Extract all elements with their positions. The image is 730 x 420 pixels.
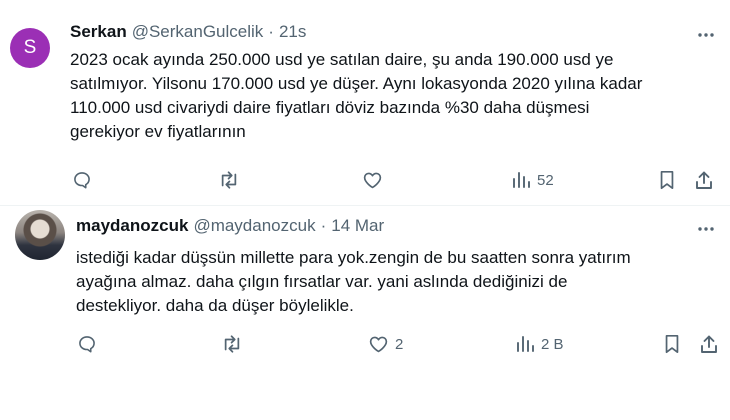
views-button[interactable]: 52 — [511, 170, 554, 190]
retweet-icon — [218, 170, 240, 190]
action-bar: 2 2 B — [0, 334, 730, 358]
bookmark-icon — [663, 334, 681, 354]
heart-icon — [362, 170, 383, 190]
tweet[interactable]: maydanozcuk @maydanozcuk · 14 Mar istedi… — [0, 206, 730, 420]
reply-icon — [72, 170, 92, 190]
share-icon — [699, 334, 719, 354]
views-button[interactable]: 2 B — [515, 334, 564, 354]
user-handle[interactable]: @SerkanGulcelik — [132, 22, 264, 42]
timestamp[interactable]: 21s — [279, 22, 306, 42]
view-count: 2 B — [541, 335, 564, 353]
like-count: 2 — [395, 335, 404, 353]
reply-button[interactable] — [72, 170, 92, 190]
avatar[interactable] — [15, 210, 65, 260]
more-icon[interactable] — [696, 219, 716, 244]
more-icon[interactable] — [696, 25, 716, 50]
timestamp[interactable]: 14 Mar — [331, 216, 384, 236]
views-icon — [511, 170, 531, 190]
like-button[interactable]: 2 — [368, 334, 403, 354]
user-handle[interactable]: @maydanozcuk — [193, 216, 315, 236]
retweet-button[interactable] — [221, 334, 243, 354]
separator-dot: · — [320, 216, 327, 235]
views-icon — [515, 334, 535, 354]
avatar-letter: S — [23, 37, 37, 58]
tweet-text: 2023 ocak ayında 250.000 usd ye satılan … — [70, 50, 643, 141]
share-button[interactable] — [699, 334, 719, 354]
tweet-header: Serkan @SerkanGulcelik · 21s — [70, 22, 306, 42]
display-name[interactable]: Serkan — [70, 22, 127, 42]
bookmark-button[interactable] — [663, 334, 681, 354]
bookmark-button[interactable] — [658, 170, 676, 190]
view-count: 52 — [537, 171, 554, 189]
share-button[interactable] — [694, 170, 714, 190]
separator-dot: · — [268, 22, 274, 41]
heart-icon — [368, 334, 389, 354]
retweet-button[interactable] — [218, 170, 240, 190]
tweet-header: maydanozcuk @maydanozcuk · 14 Mar — [76, 216, 384, 236]
bookmark-icon — [658, 170, 676, 190]
share-icon — [694, 170, 714, 190]
tweet-text: istediği kadar düşsün millette para yok.… — [76, 248, 631, 315]
reply-icon — [77, 334, 97, 354]
tweet[interactable]: S Serkan @SerkanGulcelik · 21s 2023 ocak… — [0, 0, 730, 205]
like-button[interactable] — [362, 170, 389, 190]
display-name[interactable]: maydanozcuk — [76, 216, 188, 236]
action-bar: 52 — [0, 170, 730, 194]
reply-button[interactable] — [77, 334, 97, 354]
avatar[interactable]: S — [10, 28, 50, 68]
retweet-icon — [221, 334, 243, 354]
